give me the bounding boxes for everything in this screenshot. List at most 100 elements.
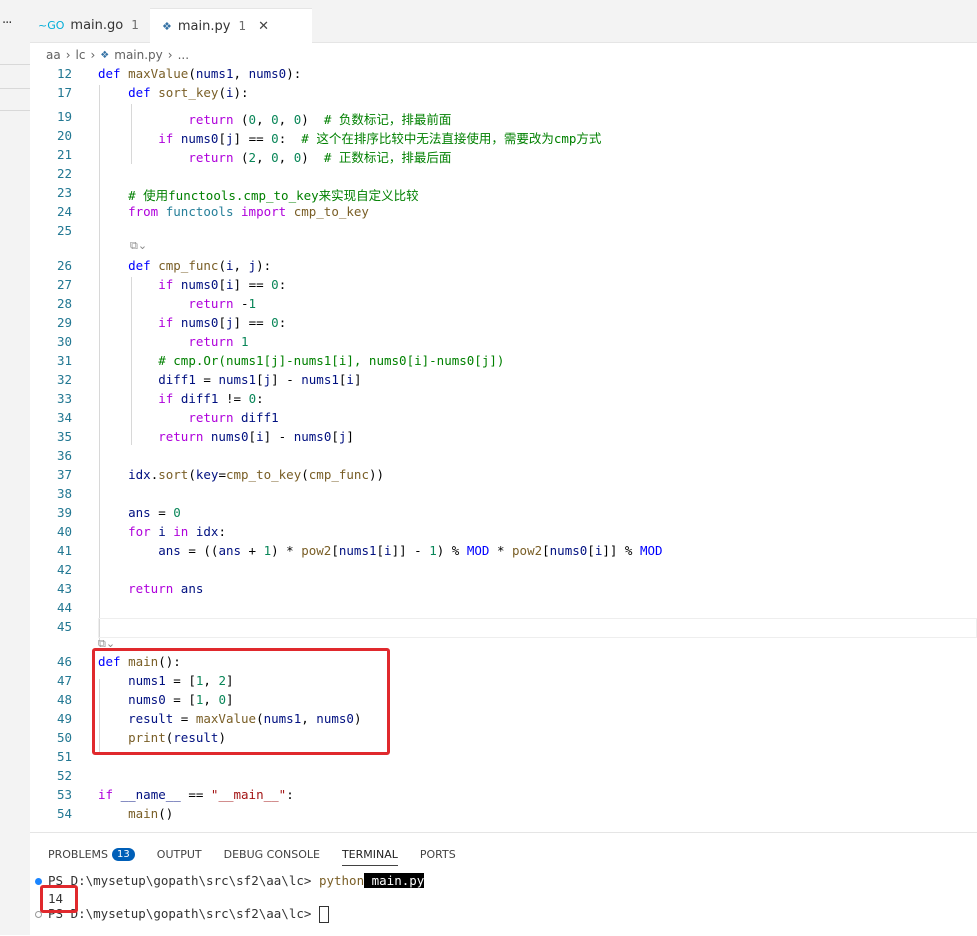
line-number: 36 [56, 448, 72, 463]
command-success-icon[interactable] [35, 878, 42, 885]
code-editor[interactable]: ⧉⌄ ⧉⌄ 12 def maxValue(nums1, nums0): 17 de… [30, 64, 977, 830]
line-number: 53 [56, 787, 72, 802]
python-icon: ❖ [100, 49, 110, 61]
line-number: 40 [56, 524, 72, 539]
terminal-line-prompt[interactable]: PS D:\mysetup\gopath\src\sf2\aa\lc> [48, 906, 329, 923]
line-number: 54 [56, 806, 72, 821]
line-number: 28 [56, 296, 72, 311]
code-line[interactable]: from functools import cmp_to_key [98, 204, 369, 219]
line-number: 50 [56, 730, 72, 745]
divider [0, 110, 30, 111]
code-line[interactable]: if nums0[j] == 0: # 这个在排序比较中无法直接使用，需要改为c… [98, 128, 601, 147]
terminal-cursor [318, 906, 329, 923]
code-line[interactable]: return (2, 0, 0) # 正数标记，排最后面 [98, 147, 451, 166]
terminal-argument: main.py [364, 873, 425, 888]
code-line[interactable]: # cmp.Or(nums1[j]-nums1[i], nums0[i]-num… [98, 353, 504, 368]
tab-label: PROBLEMS [48, 847, 109, 861]
line-number: 41 [56, 543, 72, 558]
code-line[interactable]: return 1 [98, 334, 248, 349]
tab-ports[interactable]: PORTS [420, 843, 456, 865]
code-line[interactable]: return diff1 [98, 410, 278, 425]
tab-terminal[interactable]: TERMINAL [341, 843, 398, 866]
editor-tab-bar: ~GO main.go 1 ❖ main.py 1 ✕ [30, 0, 977, 43]
breadcrumb-item[interactable]: lc [76, 48, 86, 62]
line-number: 44 [56, 600, 72, 615]
line-number: 31 [56, 353, 72, 368]
line-number: 51 [56, 749, 72, 764]
code-line[interactable]: for i in idx: [98, 524, 226, 539]
code-line[interactable]: def sort_key(i): [98, 85, 248, 100]
line-number: 49 [56, 711, 72, 726]
bottom-panel: PROBLEMS 13 OUTPUT DEBUG CONSOLE TERMINA… [30, 832, 977, 936]
tab-label: main.py [177, 18, 231, 34]
code-line[interactable]: # 使用functools.cmp_to_key来实现自定义比较 [98, 185, 419, 204]
line-number: 23 [56, 185, 72, 200]
code-line[interactable]: if nums0[i] == 0: [98, 277, 286, 292]
line-number: 22 [56, 166, 72, 181]
line-number: 33 [56, 391, 72, 406]
code-line[interactable]: def cmp_func(i, j): [98, 258, 271, 273]
line-number: 52 [56, 768, 72, 783]
line-number: 19 [56, 109, 72, 124]
code-line[interactable]: ans = 0 [98, 505, 181, 520]
problem-count: 1 [131, 18, 139, 32]
tab-problems[interactable]: PROBLEMS 13 [48, 843, 135, 865]
breadcrumb-item[interactable]: ... [178, 48, 189, 62]
code-line[interactable]: def maxValue(nums1, nums0): [98, 66, 301, 81]
code-line[interactable]: if diff1 != 0: [98, 391, 263, 406]
tab-main-py[interactable]: ❖ main.py 1 ✕ [150, 8, 312, 43]
highlight-box-main [92, 648, 390, 755]
current-line-highlight [98, 618, 977, 638]
code-line[interactable]: main() [98, 806, 173, 821]
line-number: 24 [56, 204, 72, 219]
code-line[interactable]: ans = ((ans + 1) * pow2[nums1[i]] - 1) %… [98, 543, 662, 558]
code-line[interactable]: idx.sort(key=cmp_to_key(cmp_func)) [98, 467, 384, 482]
activity-bar: ··· [0, 0, 30, 935]
line-number: 38 [56, 486, 72, 501]
line-number: 43 [56, 581, 72, 596]
tab-main-go[interactable]: ~GO main.go 1 [30, 8, 156, 42]
terminal-command: python [318, 873, 365, 888]
problem-count: 1 [238, 19, 247, 33]
tab-output[interactable]: OUTPUT [157, 843, 202, 865]
code-line[interactable]: return ans [98, 581, 203, 596]
breadcrumb-item[interactable]: aa [46, 48, 61, 62]
line-number: 46 [56, 654, 72, 669]
line-number: 12 [56, 66, 72, 81]
codelens-icon[interactable]: ⧉⌄ [130, 239, 147, 253]
line-number: 39 [56, 505, 72, 520]
chevron-right-icon: › [167, 48, 173, 62]
divider [0, 64, 30, 65]
divider [0, 88, 30, 89]
code-line[interactable]: return (0, 0, 0) # 负数标记，排最前面 [98, 109, 451, 128]
line-number: 25 [56, 223, 72, 238]
line-number: 47 [56, 673, 72, 688]
tab-label: main.go [70, 17, 124, 33]
code-line[interactable]: if __name__ == "__main__": [98, 787, 294, 802]
line-number: 26 [56, 258, 72, 273]
code-line[interactable]: return nums0[i] - nums0[j] [98, 429, 354, 444]
tab-debug-console[interactable]: DEBUG CONSOLE [224, 843, 320, 865]
terminal-line-command[interactable]: PS D:\mysetup\gopath\src\sf2\aa\lc> pyth… [48, 873, 425, 888]
close-icon[interactable]: ✕ [258, 19, 269, 34]
line-number: 32 [56, 372, 72, 387]
line-number: 27 [56, 277, 72, 292]
code-line[interactable]: if nums0[j] == 0: [98, 315, 286, 330]
line-number: 35 [56, 429, 72, 444]
breadcrumb-item[interactable]: main.py [114, 48, 163, 62]
problems-badge: 13 [112, 847, 135, 861]
python-icon: ❖ [162, 19, 172, 33]
code-line[interactable]: return -1 [98, 296, 256, 311]
more-icon[interactable]: ··· [2, 16, 12, 31]
line-number: 29 [56, 315, 72, 330]
line-number: 37 [56, 467, 72, 482]
line-number: 45 [56, 619, 72, 634]
line-number: 30 [56, 334, 72, 349]
panel-tabs: PROBLEMS 13 OUTPUT DEBUG CONSOLE TERMINA… [48, 843, 456, 866]
line-number: 17 [56, 85, 72, 100]
line-number: 21 [56, 147, 72, 162]
code-line[interactable]: diff1 = nums1[j] - nums1[i] [98, 372, 361, 387]
highlight-box-output [40, 885, 78, 913]
line-number: 42 [56, 562, 72, 577]
terminal-prompt: PS D:\mysetup\gopath\src\sf2\aa\lc> [48, 873, 319, 888]
